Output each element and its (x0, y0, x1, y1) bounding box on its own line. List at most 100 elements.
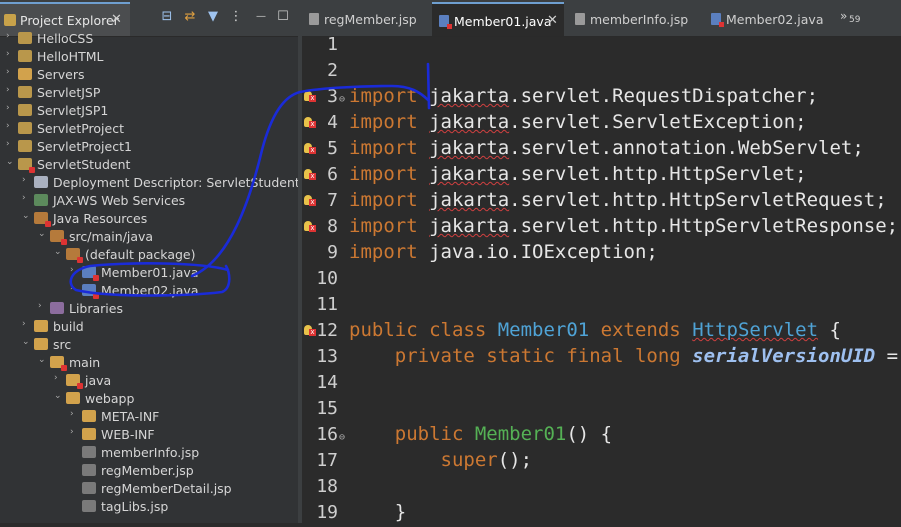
code-line[interactable]: 16 ⊖ public Member01() { (302, 423, 901, 449)
editor-tab[interactable]: regMember.jsp (302, 2, 422, 36)
line-number: 9 (327, 242, 338, 263)
jsp-file-icon (309, 13, 319, 25)
collapse-all-icon[interactable]: ⊟ (160, 10, 174, 24)
folder-icon (50, 356, 67, 371)
tree-item-label: HelloCSS (37, 31, 94, 46)
proj-icon (18, 122, 32, 134)
chevron-right-icon[interactable]: › (54, 373, 64, 383)
code-line[interactable]: x 3 ⊖ import jakarta.servlet.RequestDispatc… (302, 85, 901, 111)
code-text: import jakarta.servlet.http.HttpServletR… (349, 189, 887, 211)
code-line[interactable]: 11 (302, 293, 901, 319)
code-line[interactable]: 13 private static final long serialVersi… (302, 345, 901, 371)
chevron-down-icon[interactable]: ⌄ (22, 337, 32, 347)
chevron-right-icon[interactable]: › (6, 85, 16, 95)
minimize-icon[interactable]: — (254, 10, 268, 24)
java-icon (82, 266, 99, 281)
chevron-down-icon[interactable]: ⌄ (38, 229, 48, 239)
code-text: public class Member01 extends HttpServle… (349, 319, 841, 341)
chevron-right-icon[interactable]: › (6, 121, 16, 131)
line-number: 7 (327, 190, 338, 211)
tab-overflow-icon[interactable]: » (840, 9, 847, 23)
java-file-icon (439, 15, 452, 29)
tree-item-label: ServletProject1 (37, 139, 132, 154)
close-icon[interactable]: ✕ (547, 13, 558, 28)
editor-tab[interactable]: Member02.java (704, 2, 836, 36)
code-line[interactable]: x 7 import jakarta.servlet.http.HttpServle… (302, 189, 901, 215)
code-area[interactable]: 1 2 x 3 ⊖ import jakarta.servlet.RequestDispa… (302, 33, 901, 523)
chevron-right-icon[interactable]: › (22, 175, 32, 185)
code-token: private static final long (349, 345, 693, 367)
close-icon[interactable]: ✕ (111, 12, 122, 27)
fold-icon[interactable]: ⊖ (339, 94, 345, 105)
tree-item-label: Libraries (69, 301, 123, 316)
code-token: java.io.IOException; (429, 241, 658, 263)
editor-tab-label: memberInfo.jsp (590, 12, 689, 27)
chevron-right-icon[interactable]: › (70, 283, 80, 293)
filter-icon[interactable]: ▼ (206, 10, 220, 24)
line-number: 17 (316, 450, 338, 471)
code-text: import jakarta.servlet.ServletException; (349, 111, 807, 133)
code-line[interactable]: x 4 import jakarta.servlet.ServletExceptio… (302, 111, 901, 137)
tree-item-label: JAX-WS Web Services (53, 193, 186, 208)
chevron-right-icon[interactable]: › (6, 103, 16, 113)
chevron-right-icon[interactable]: › (22, 193, 32, 203)
maximize-icon[interactable]: ☐ (276, 10, 290, 24)
chevron-right-icon[interactable]: › (70, 409, 80, 419)
code-line[interactable]: 9 import java.io.IOException; (302, 241, 901, 267)
chevron-down-icon[interactable]: ⌄ (38, 355, 48, 365)
code-line[interactable]: x 5 import jakarta.servlet.annotation.WebS… (302, 137, 901, 163)
code-token: public (349, 423, 475, 445)
code-line[interactable]: 17 super(); (302, 449, 901, 475)
code-line[interactable]: 18 (302, 475, 901, 501)
code-line[interactable]: 15 (302, 397, 901, 423)
chevron-down-icon[interactable]: ⌄ (6, 157, 16, 167)
chevron-down-icon[interactable]: ⌄ (54, 391, 64, 401)
chevron-right-icon[interactable]: › (6, 67, 16, 77)
chevron-right-icon[interactable]: › (70, 427, 80, 437)
java-icon (82, 284, 99, 299)
code-token: jakarta (429, 85, 510, 107)
code-token: import (349, 85, 430, 107)
chevron-right-icon[interactable]: › (6, 49, 16, 59)
link-with-editor-icon[interactable]: ⇄ (183, 10, 197, 24)
chevron-right-icon[interactable]: › (22, 319, 32, 329)
code-line[interactable]: x 12 public class Member01 extends HttpSer… (302, 319, 901, 345)
tab-project-explorer-label: Project Explorer (20, 13, 119, 28)
jsp-file-icon (575, 13, 585, 25)
code-token: jakarta (429, 189, 510, 211)
chevron-right-icon[interactable]: › (70, 265, 80, 275)
code-line[interactable]: 14 (302, 371, 901, 397)
code-token: public class (349, 319, 498, 341)
view-menu-icon[interactable]: ⋮ (229, 10, 243, 24)
code-token: jakarta (429, 215, 510, 237)
code-line[interactable]: 2 (302, 59, 901, 85)
code-token: jakarta (429, 163, 510, 185)
editor-tab[interactable]: memberInfo.jsp (568, 2, 700, 36)
folder-icon (34, 338, 48, 350)
folder-icon (82, 410, 96, 422)
chevron-down-icon[interactable]: ⌄ (54, 247, 64, 257)
code-line[interactable]: 10 (302, 267, 901, 293)
pkg-icon (66, 248, 83, 263)
java-file-icon (711, 13, 724, 27)
code-line[interactable]: 19 } (302, 501, 901, 527)
tree-item-label: Member01.java (101, 265, 199, 280)
editor-tab-label: regMember.jsp (324, 12, 417, 27)
code-token: .servlet.http.HttpServletRequest; (509, 189, 887, 211)
tree-item-label: ServletJSP1 (37, 103, 109, 118)
project-explorer-icon (4, 14, 16, 26)
code-token: .servlet.http.HttpServletResponse; (509, 215, 899, 237)
editor-tab-bar: regMember.jsp Member01.java ✕ memberInfo.js… (302, 0, 901, 37)
code-line[interactable]: x 6 import jakarta.servlet.http.HttpServle… (302, 163, 901, 189)
code-line[interactable]: x 8 import jakarta.servlet.http.HttpServle… (302, 215, 901, 241)
chevron-right-icon[interactable]: › (38, 301, 48, 311)
chevron-right-icon[interactable]: › (6, 31, 16, 41)
fold-icon[interactable]: ⊖ (339, 432, 345, 443)
code-token: jakarta (429, 111, 510, 133)
tree-item-label: HelloHTML (37, 49, 104, 64)
code-token: import (349, 241, 430, 263)
code-line[interactable]: 1 (302, 33, 901, 59)
chevron-down-icon[interactable]: ⌄ (22, 211, 32, 221)
chevron-right-icon[interactable]: › (6, 139, 16, 149)
editor-tab[interactable]: Member01.java ✕ (432, 2, 564, 36)
